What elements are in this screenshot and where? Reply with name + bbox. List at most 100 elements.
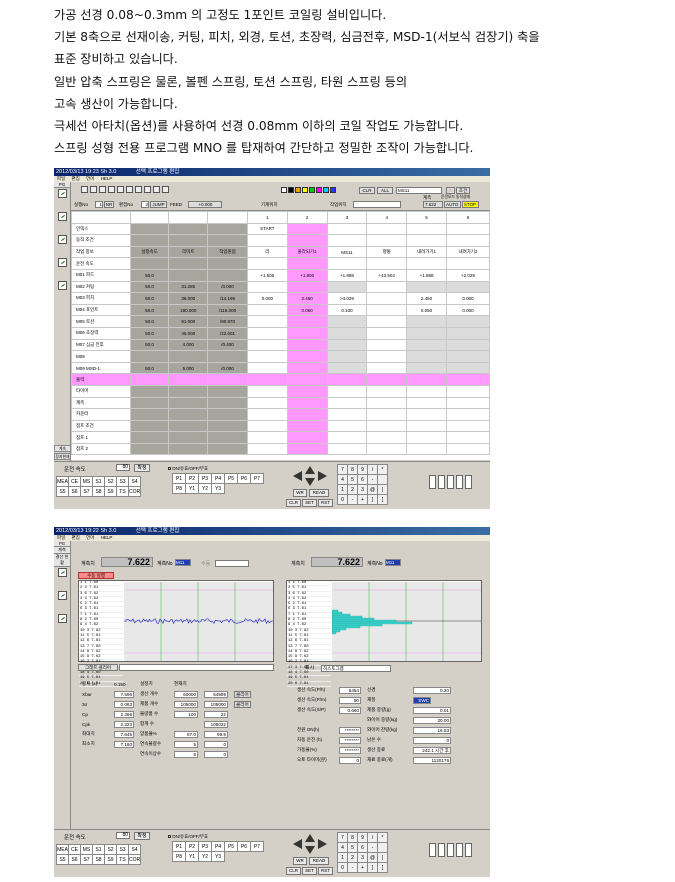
step-cell[interactable] bbox=[406, 442, 447, 456]
step-cell[interactable] bbox=[366, 396, 408, 410]
menu-file[interactable]: 파일 bbox=[57, 176, 65, 181]
step-cell[interactable] bbox=[246, 361, 288, 375]
step-cell[interactable] bbox=[366, 315, 408, 328]
stats-value[interactable]: 5 bbox=[174, 740, 198, 748]
color-swatch[interactable] bbox=[288, 187, 294, 193]
new-icon[interactable] bbox=[81, 186, 88, 193]
step-cell[interactable]: 2.450 bbox=[406, 292, 447, 305]
axis-setting-cell[interactable]: 35.000 bbox=[168, 292, 209, 305]
axis-button[interactable]: S6 bbox=[68, 854, 81, 865]
color-swatch[interactable] bbox=[323, 187, 329, 193]
step-cell[interactable] bbox=[286, 361, 328, 375]
step-cell[interactable] bbox=[246, 373, 288, 386]
display-select[interactable]: 히스토그램 bbox=[321, 665, 391, 672]
step-cell[interactable] bbox=[406, 408, 447, 421]
confirm-button[interactable]: 확정 bbox=[134, 832, 150, 840]
axis-setting-cell[interactable] bbox=[207, 408, 248, 421]
step-cell[interactable] bbox=[286, 350, 328, 363]
step-cell[interactable] bbox=[326, 431, 368, 444]
step-cell[interactable]: 풀라되기1 bbox=[286, 245, 328, 259]
p-button[interactable]: P5 bbox=[224, 473, 238, 484]
step-cell[interactable] bbox=[286, 373, 328, 386]
axis-setting-cell[interactable] bbox=[129, 257, 170, 270]
set-button[interactable]: SET bbox=[302, 867, 317, 875]
step-cell[interactable] bbox=[326, 326, 368, 340]
step-cell[interactable] bbox=[366, 361, 408, 375]
step-cell[interactable] bbox=[366, 303, 408, 317]
graph-clear-button[interactable]: 그래프 클리어 bbox=[78, 664, 118, 671]
axis-setting-cell[interactable] bbox=[168, 384, 209, 398]
p-button[interactable]: P1 bbox=[172, 473, 186, 484]
sidebar-item[interactable] bbox=[55, 189, 70, 211]
step-cell[interactable] bbox=[366, 222, 408, 236]
right-arrow-icon[interactable] bbox=[318, 839, 327, 849]
key[interactable]: | bbox=[377, 852, 388, 863]
step-cell[interactable] bbox=[366, 408, 408, 421]
monitor-icon[interactable] bbox=[162, 186, 169, 193]
axis-button[interactable]: S6 bbox=[68, 486, 81, 497]
axis-setting-cell[interactable] bbox=[207, 350, 248, 363]
p-button[interactable]: P4 bbox=[211, 473, 225, 484]
stats-value[interactable]: 20.00 bbox=[413, 716, 451, 724]
right-arrow-icon[interactable] bbox=[318, 471, 327, 481]
key[interactable]: 7 bbox=[337, 464, 348, 475]
key[interactable]: [ bbox=[377, 494, 388, 505]
axis-setting-cell[interactable] bbox=[207, 234, 248, 247]
p-button[interactable]: P8 bbox=[172, 851, 186, 862]
clr-jog-button[interactable]: CLR bbox=[286, 867, 301, 875]
step-cell[interactable] bbox=[246, 442, 288, 456]
key[interactable]: ] bbox=[367, 494, 378, 505]
step-cell[interactable] bbox=[326, 373, 368, 386]
step-cell[interactable] bbox=[445, 280, 490, 294]
step-cell[interactable] bbox=[286, 396, 328, 410]
step-cell[interactable] bbox=[246, 234, 288, 247]
axis-setting-cell[interactable]: /22.001 bbox=[207, 326, 248, 340]
axis-setting-cell[interactable] bbox=[129, 431, 170, 444]
step-cell[interactable] bbox=[366, 338, 408, 352]
axis-setting-cell[interactable] bbox=[207, 373, 248, 386]
step-cell[interactable]: START bbox=[246, 222, 288, 236]
step-cell[interactable] bbox=[445, 431, 490, 444]
axis-setting-cell[interactable] bbox=[207, 257, 248, 270]
stats-value[interactable]: 1120176 bbox=[413, 756, 451, 764]
step-cell[interactable] bbox=[445, 396, 490, 410]
read-button[interactable]: READ bbox=[309, 489, 329, 497]
step-cell[interactable] bbox=[326, 222, 368, 236]
read-button[interactable]: READ bbox=[309, 857, 329, 865]
continue-button[interactable]: 계속 bbox=[54, 445, 71, 452]
axis-setting-cell[interactable]: 설정속도 bbox=[129, 245, 170, 259]
key[interactable]: / bbox=[367, 464, 378, 475]
step-cell[interactable] bbox=[326, 350, 368, 363]
step-cell[interactable] bbox=[366, 280, 408, 294]
manual-field[interactable] bbox=[215, 560, 249, 567]
clr-button[interactable]: CLR bbox=[359, 187, 375, 194]
step-cell[interactable] bbox=[445, 222, 490, 236]
axis-button[interactable]: COR bbox=[127, 854, 142, 865]
key[interactable]: 1 bbox=[337, 484, 348, 495]
step-cell[interactable] bbox=[326, 408, 368, 421]
axis-button[interactable]: CE bbox=[68, 476, 81, 487]
axis-setting-cell[interactable] bbox=[168, 257, 209, 270]
p-button[interactable]: P3 bbox=[198, 473, 212, 484]
step-cell[interactable] bbox=[366, 257, 408, 270]
step-cell[interactable]: 0.100 bbox=[326, 303, 368, 317]
key[interactable]: 2 bbox=[347, 484, 358, 495]
step-cell[interactable]: +43.504 bbox=[366, 268, 408, 282]
axis-select[interactable]: MS11 bbox=[396, 187, 442, 194]
step-cell[interactable] bbox=[406, 396, 447, 410]
step-cell[interactable] bbox=[406, 338, 447, 352]
step-cell[interactable]: 2.450 bbox=[286, 292, 328, 305]
step-cell[interactable] bbox=[445, 326, 490, 340]
step-cell[interactable] bbox=[445, 442, 490, 456]
menu-help[interactable]: HELP bbox=[101, 176, 113, 181]
step-cell[interactable] bbox=[246, 431, 288, 444]
stats-value[interactable]: 5 bbox=[174, 750, 198, 758]
p-button[interactable]: P4 bbox=[211, 841, 225, 852]
measure1-no-select[interactable]: M11 bbox=[175, 559, 191, 566]
step-cell[interactable]: 0.000 bbox=[445, 292, 490, 305]
axis-button[interactable]: S8 bbox=[92, 854, 105, 865]
axis-button[interactable]: S4 bbox=[127, 844, 142, 855]
graph-scrollbar[interactable] bbox=[119, 664, 274, 671]
step-cell[interactable] bbox=[445, 234, 490, 247]
step-cell[interactable] bbox=[445, 419, 490, 433]
